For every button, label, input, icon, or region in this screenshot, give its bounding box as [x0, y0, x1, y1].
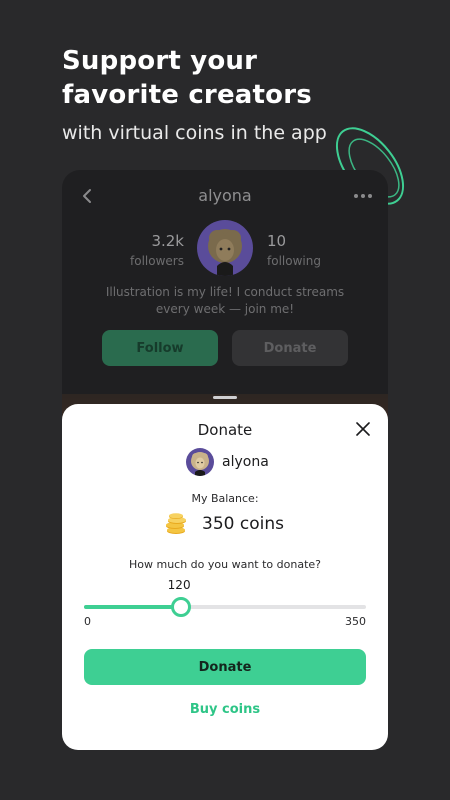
- profile-bio: Illustration is my life! I conduct strea…: [92, 284, 358, 318]
- recipient-row: alyona: [186, 448, 269, 476]
- balance-value: 350 coins: [202, 514, 284, 534]
- slider-max-label: 350: [345, 615, 366, 628]
- followers-stat: 3.2k followers: [130, 232, 184, 268]
- bio-line-2: every week — join me!: [155, 302, 295, 316]
- followers-label: followers: [130, 254, 184, 268]
- profile-avatar: [197, 220, 253, 276]
- donate-button[interactable]: Donate: [84, 649, 366, 685]
- donate-question: How much do you want to donate?: [128, 558, 322, 571]
- recipient-avatar: [186, 448, 214, 476]
- amount-slider-fill: [84, 605, 181, 609]
- buy-coins-link[interactable]: Buy coins: [62, 702, 388, 717]
- balance-row: 350 coins: [164, 512, 284, 536]
- donate-bottom-sheet: Donate alyona My Balance: 350 coins How …: [62, 396, 388, 750]
- following-stat: 10 following: [267, 232, 321, 268]
- coins-icon: [166, 513, 186, 534]
- profile-donate-button[interactable]: Donate: [232, 330, 348, 366]
- bio-line-1: Illustration is my life! I conduct strea…: [105, 285, 345, 299]
- sheet-title: Donate: [197, 421, 253, 439]
- amount-slider-thumb[interactable]: [170, 597, 191, 617]
- slider-min-label: 0: [84, 615, 91, 628]
- following-count: 10: [267, 232, 287, 250]
- promo-headline: Support your favorite creators: [62, 44, 312, 112]
- balance-label: My Balance:: [191, 492, 259, 505]
- followers-count: 3.2k: [151, 232, 184, 250]
- slider-value: 120: [167, 578, 191, 592]
- headline-line-1: Support your: [62, 46, 258, 76]
- follow-button[interactable]: Follow: [102, 330, 218, 366]
- promo-subline: with virtual coins in the app: [62, 122, 327, 144]
- profile-username: alyona: [198, 186, 252, 205]
- following-label: following: [267, 254, 321, 268]
- close-icon[interactable]: [356, 422, 370, 436]
- sheet-handle[interactable]: [213, 396, 237, 399]
- amount-slider-track[interactable]: [84, 605, 366, 609]
- recipient-name: alyona: [222, 454, 269, 470]
- headline-line-2: favorite creators: [62, 80, 312, 110]
- more-dots-icon[interactable]: [354, 194, 372, 198]
